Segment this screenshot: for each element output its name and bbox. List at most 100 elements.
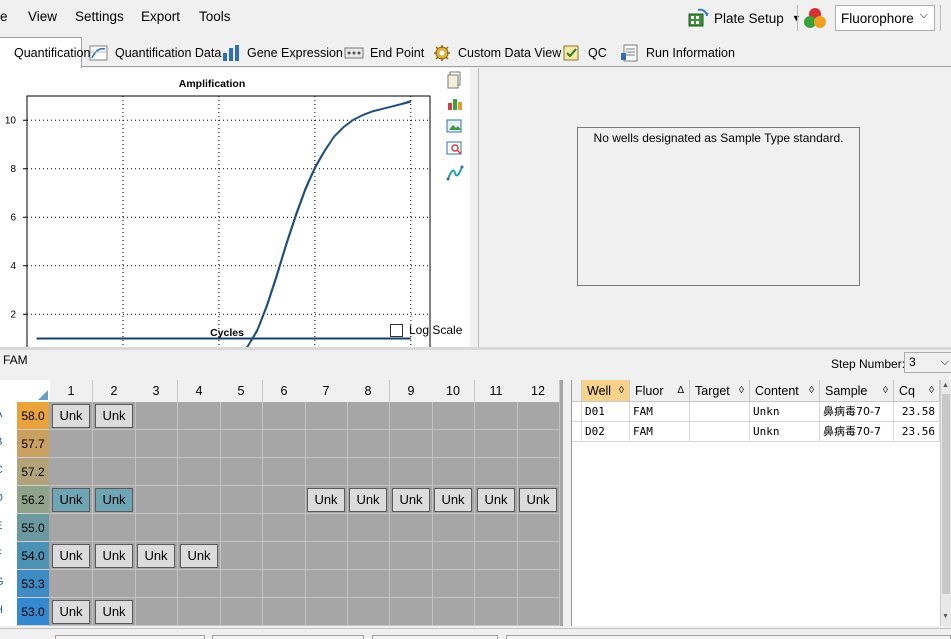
plate-cell[interactable]: [135, 430, 178, 458]
plate-cell[interactable]: [347, 402, 390, 430]
plate-cell[interactable]: [347, 598, 390, 626]
plate-cell[interactable]: [135, 458, 178, 486]
bottom-tab[interactable]: [372, 635, 498, 639]
bottom-tab[interactable]: [212, 635, 364, 639]
step-number-select[interactable]: 3 ⌵: [904, 352, 951, 373]
bottom-tab[interactable]: [55, 635, 205, 639]
plate-cell[interactable]: [93, 514, 136, 542]
plate-cell[interactable]: [50, 430, 93, 458]
plate-cell[interactable]: [432, 570, 475, 598]
plate-cell[interactable]: [263, 570, 306, 598]
plate-cell[interactable]: [475, 570, 518, 598]
plate-cell[interactable]: [475, 514, 518, 542]
tab-qc[interactable]: QC: [560, 39, 607, 67]
plate-row-header[interactable]: A: [0, 402, 17, 430]
plate-cell[interactable]: [432, 598, 475, 626]
plate-cell[interactable]: [475, 542, 518, 570]
plate-cell[interactable]: [305, 542, 348, 570]
plate-cell[interactable]: [220, 542, 263, 570]
log-scale-checkbox[interactable]: Log Scale: [390, 323, 462, 337]
plate-column-header[interactable]: 5: [220, 380, 263, 402]
plate-cell[interactable]: [432, 542, 475, 570]
well-button[interactable]: Unk: [349, 488, 387, 512]
plate-cell[interactable]: [178, 402, 221, 430]
plate-cell[interactable]: [50, 458, 93, 486]
well-button[interactable]: Unk: [392, 488, 430, 512]
plate-row-header[interactable]: B: [0, 430, 17, 458]
well-button[interactable]: Unk: [307, 488, 345, 512]
table-cell-fluor[interactable]: FAM: [630, 402, 690, 422]
plate-cell[interactable]: [517, 542, 560, 570]
plate-row-header[interactable]: H: [0, 598, 17, 626]
plate-row-header[interactable]: E: [0, 514, 17, 542]
table-cell-well[interactable]: D02: [582, 422, 630, 442]
plate-cell[interactable]: [135, 486, 178, 514]
plate-cell[interactable]: [390, 430, 433, 458]
plate-cell[interactable]: [305, 514, 348, 542]
plate-cell[interactable]: [263, 402, 306, 430]
table-cell-sample[interactable]: 鼻病毒70-7: [820, 422, 894, 442]
well-button[interactable]: Unk: [95, 600, 133, 624]
table-cell-content[interactable]: Unkn: [750, 422, 820, 442]
menu-settings[interactable]: Settings: [75, 9, 124, 24]
table-cell-content[interactable]: Unkn: [750, 402, 820, 422]
plate-column-header[interactable]: 4: [178, 380, 221, 402]
well-button[interactable]: Unk: [180, 544, 218, 568]
plate-cell[interactable]: [347, 430, 390, 458]
bottom-tab[interactable]: [506, 635, 951, 639]
well-button[interactable]: Unk: [519, 488, 557, 512]
plate-column-header[interactable]: 11: [475, 380, 518, 402]
plate-cell[interactable]: [390, 570, 433, 598]
plate-cell[interactable]: [263, 542, 306, 570]
plate-column-header[interactable]: 8: [347, 380, 390, 402]
well-button[interactable]: Unk: [52, 544, 90, 568]
plate-cell[interactable]: [347, 570, 390, 598]
well-button[interactable]: Unk: [52, 404, 90, 428]
plate-cell[interactable]: [517, 430, 560, 458]
plate-cell[interactable]: [220, 570, 263, 598]
curve-style-icon[interactable]: [446, 164, 464, 182]
plate-cell[interactable]: [135, 570, 178, 598]
well-button[interactable]: Unk: [95, 544, 133, 568]
menu-export[interactable]: Export: [141, 9, 180, 24]
plate-row-header[interactable]: G: [0, 570, 17, 598]
tab-custom-data-view[interactable]: Custom Data View: [430, 39, 561, 67]
plate-row-header[interactable]: C: [0, 458, 17, 486]
plate-cell[interactable]: [475, 430, 518, 458]
table-cell-fluor[interactable]: FAM: [630, 422, 690, 442]
plate-cell[interactable]: [390, 514, 433, 542]
sort-icon[interactable]: ◊: [883, 380, 888, 402]
plate-cell[interactable]: [305, 458, 348, 486]
sort-icon[interactable]: Δ: [677, 380, 684, 402]
column-header-sample[interactable]: Sample ◊: [820, 380, 894, 402]
amplification-chart[interactable]: Amplification Cycles 0102030400246810: [0, 68, 440, 348]
plate-cell[interactable]: [305, 430, 348, 458]
tab-gene-expression[interactable]: Gene Expression: [219, 39, 343, 67]
column-header-cq[interactable]: Cq ◊: [894, 380, 940, 402]
plate-cell[interactable]: [305, 598, 348, 626]
fluorophore-color-button[interactable]: [802, 5, 828, 31]
plate-cell[interactable]: [347, 542, 390, 570]
plate-cell[interactable]: [220, 598, 263, 626]
plate-cell[interactable]: [517, 402, 560, 430]
plate-cell[interactable]: [135, 402, 178, 430]
plate-cell[interactable]: [263, 514, 306, 542]
plate-cell[interactable]: [135, 598, 178, 626]
menu-file[interactable]: e: [0, 9, 8, 24]
plate-cell[interactable]: [390, 458, 433, 486]
scroll-thumb[interactable]: [942, 394, 950, 594]
scroll-up-icon[interactable]: ▲: [942, 382, 949, 389]
sort-icon[interactable]: ◊: [739, 380, 744, 402]
plate-cell[interactable]: [220, 430, 263, 458]
plate-cell[interactable]: [390, 402, 433, 430]
plate-cell[interactable]: [432, 458, 475, 486]
sort-icon[interactable]: ◊: [929, 380, 934, 402]
plate-cell[interactable]: [93, 430, 136, 458]
table-cell-target[interactable]: [690, 422, 750, 442]
plate-cell[interactable]: [347, 514, 390, 542]
plate-cell[interactable]: [390, 542, 433, 570]
column-header-content[interactable]: Content ◊: [750, 380, 820, 402]
plate-cell[interactable]: [475, 458, 518, 486]
plate-cell[interactable]: [432, 402, 475, 430]
column-header-fluor[interactable]: Fluor Δ: [630, 380, 690, 402]
